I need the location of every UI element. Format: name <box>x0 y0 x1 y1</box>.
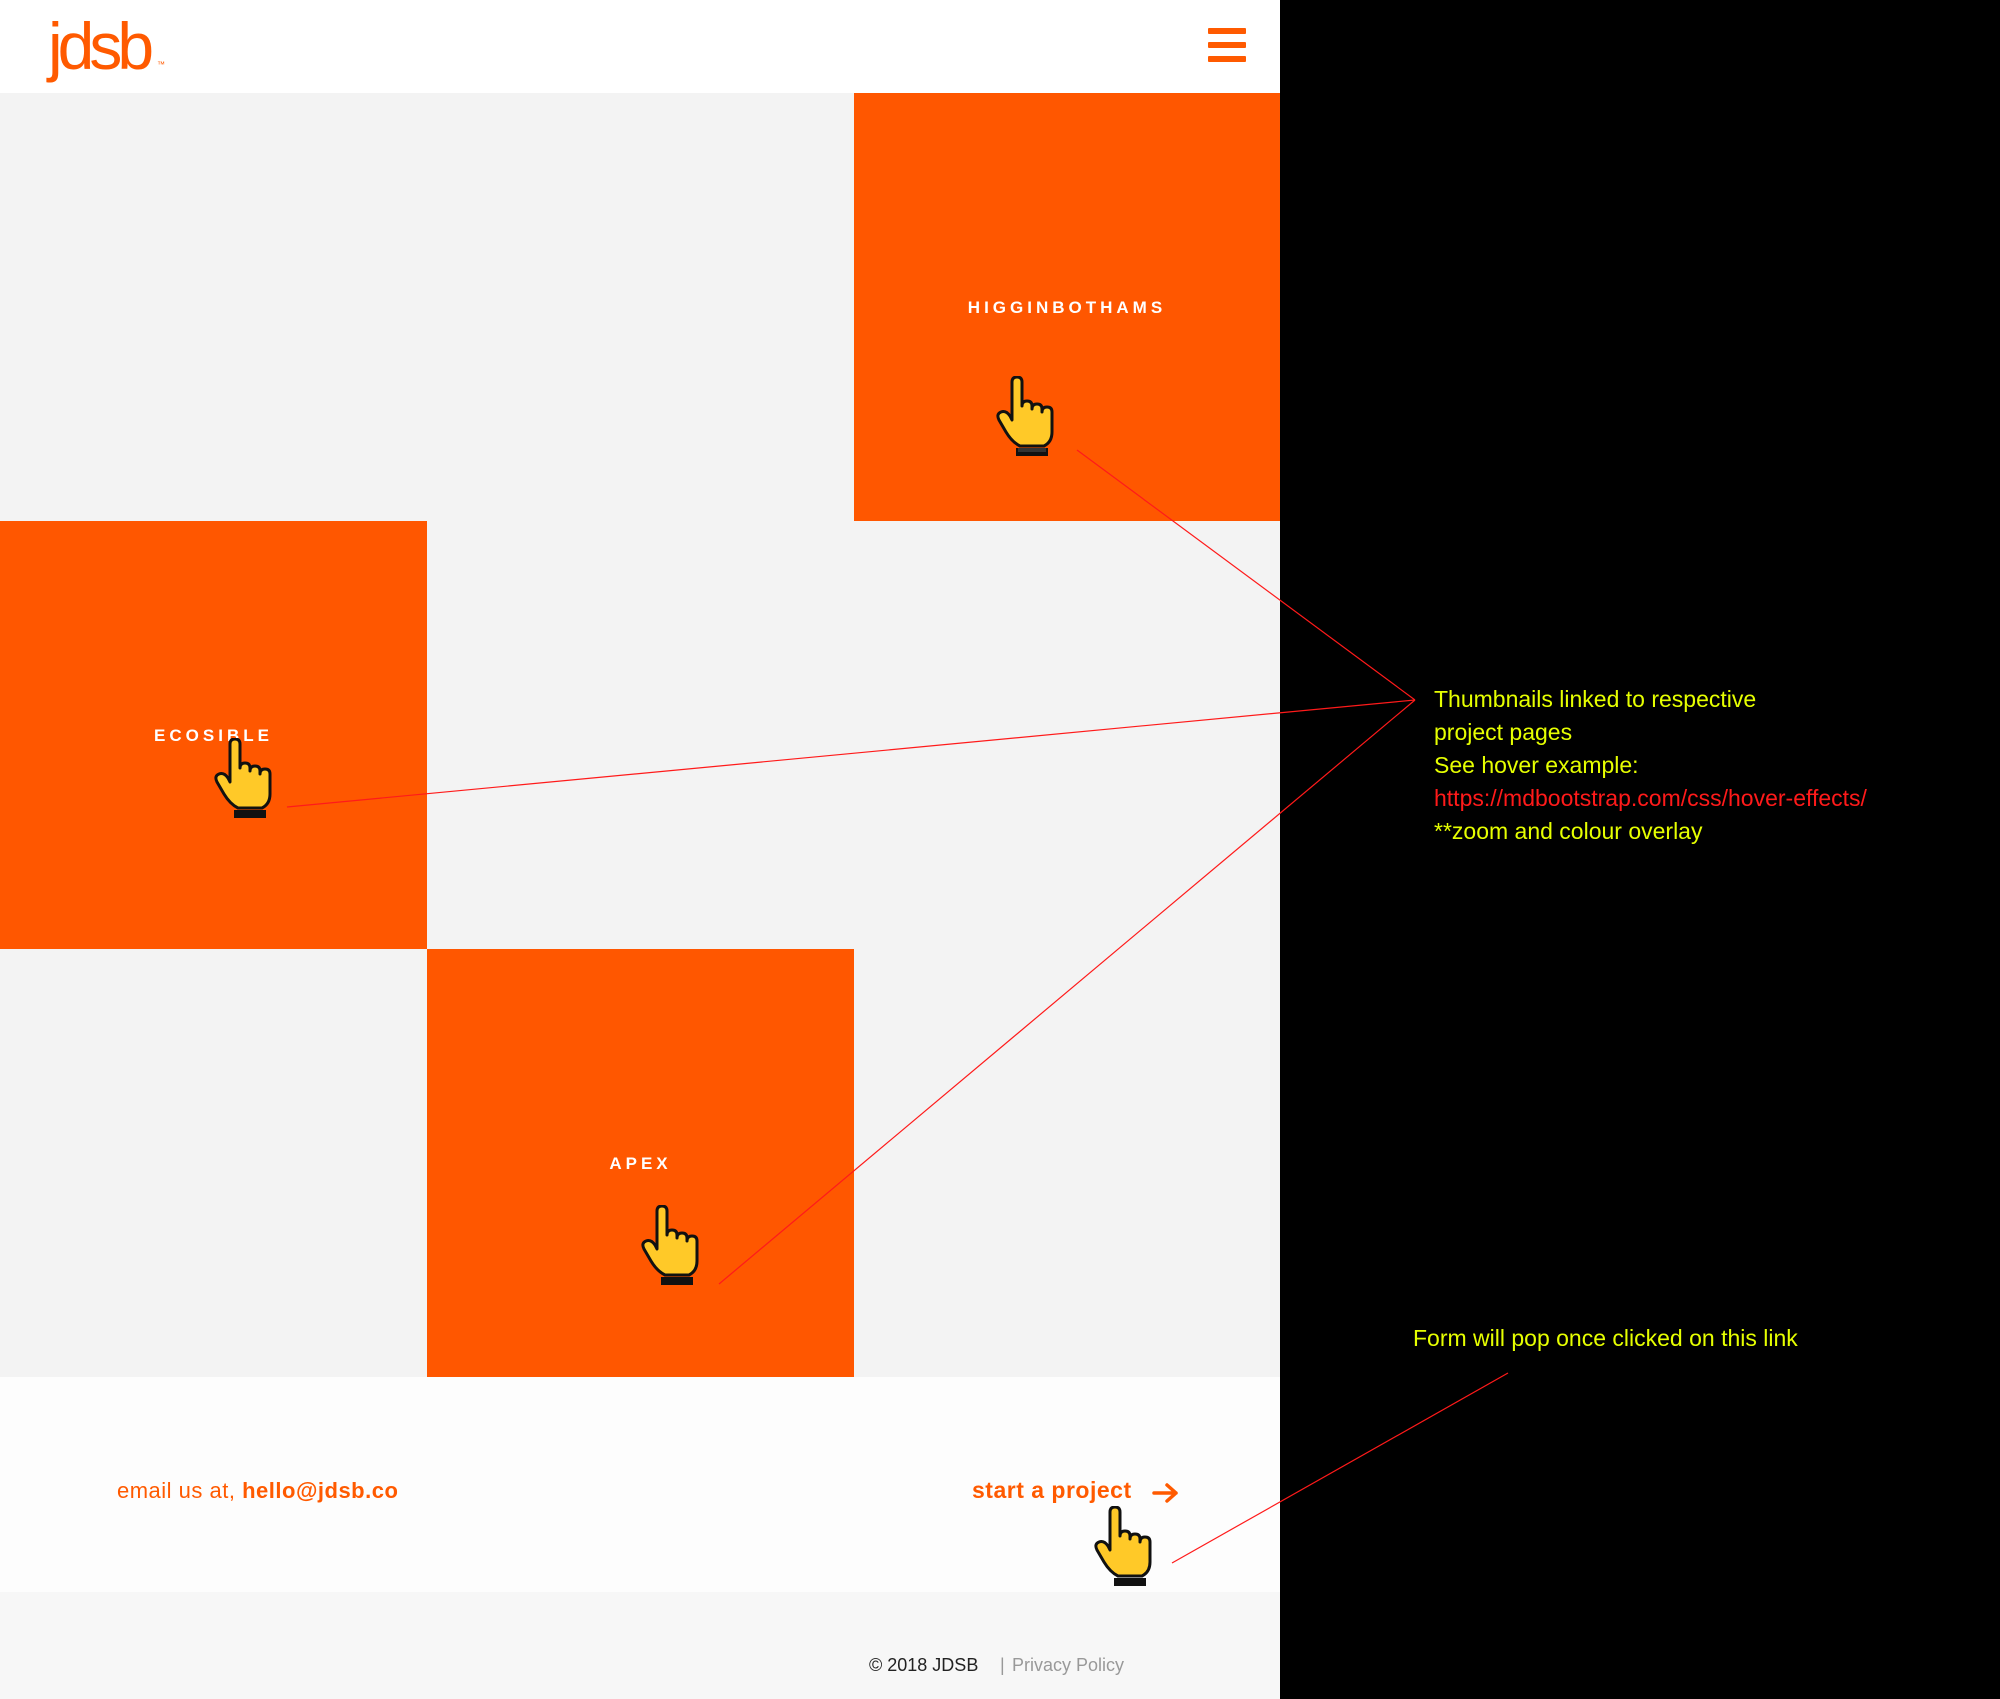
email-prefix: email us at, <box>117 1478 243 1503</box>
grid-tile-empty <box>854 949 1280 1377</box>
copyright-text: © 2018 JDSB <box>869 1655 979 1675</box>
annotation-url: https://mdbootstrap.com/css/hover-effect… <box>1434 785 1867 811</box>
email-link[interactable]: hello@jdsb.co <box>242 1478 398 1503</box>
grid-tile-empty <box>427 93 854 521</box>
pointer-hand-icon <box>641 1205 699 1285</box>
email-line: email us at, hello@jdsb.co <box>117 1478 398 1504</box>
grid-tile-empty <box>0 93 427 521</box>
site-footer <box>0 1592 1280 1699</box>
annotation-text: See hover example: <box>1434 752 1639 778</box>
arrow-right-icon[interactable] <box>1152 1482 1180 1504</box>
grid-tile-empty <box>0 949 427 1377</box>
site-header: jdsb ™ <box>0 0 1280 93</box>
annotation-form: Form will pop once clicked on this link <box>1413 1325 1798 1351</box>
footer-separator: | <box>1000 1655 1005 1675</box>
annotation-text: project pages <box>1434 719 1573 745</box>
logo-trademark: ™ <box>157 60 165 69</box>
grid-tile-empty <box>854 521 1280 949</box>
pointer-hand-icon <box>996 376 1054 456</box>
project-tile-label: HIGGINBOTHAMS <box>967 298 1167 317</box>
project-tile-higginbothams[interactable]: HIGGINBOTHAMS <box>854 93 1280 521</box>
project-grid: HIGGINBOTHAMS ECOSIBLE APEX <box>0 93 1280 1377</box>
pointer-hand-icon <box>214 738 272 818</box>
privacy-policy-link[interactable]: Privacy Policy <box>1012 1655 1124 1676</box>
pointer-hand-icon <box>1094 1506 1152 1586</box>
project-tile-label: APEX <box>609 1154 672 1173</box>
start-project-link[interactable]: start a project <box>972 1477 1132 1504</box>
annotation-text: Thumbnails linked to respective <box>1434 686 1757 712</box>
annotation-text: **zoom and colour overlay <box>1434 818 1703 844</box>
website-mockup: jdsb ™ HIGGINBOTHAMS ECOSIBLE APEX email… <box>0 0 1280 1699</box>
grid-tile-empty <box>427 521 854 949</box>
annotation-thumbnails: Thumbnails linked to respective project … <box>1434 683 1867 848</box>
hamburger-icon[interactable] <box>1208 28 1248 64</box>
project-tile-apex[interactable]: APEX <box>427 949 854 1377</box>
jdsb-logo[interactable]: jdsb <box>48 6 154 86</box>
project-tile-ecosible[interactable]: ECOSIBLE <box>0 521 427 949</box>
